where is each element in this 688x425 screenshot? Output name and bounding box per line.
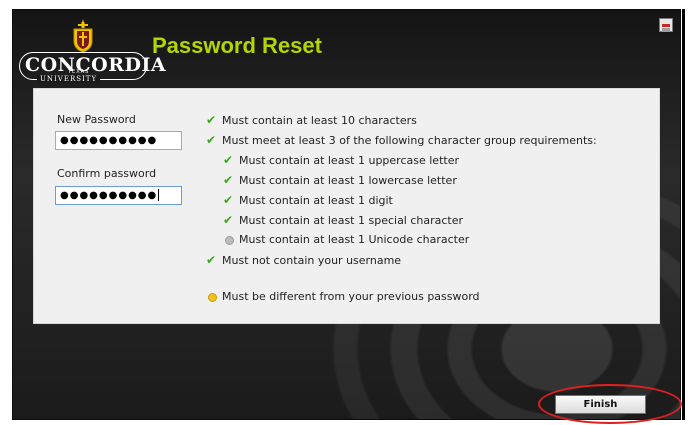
new-password-label: New Password xyxy=(57,113,136,126)
check-icon: ✔ xyxy=(206,133,217,147)
window-edge xyxy=(682,9,685,420)
text-caret xyxy=(158,189,160,201)
concordia-logo: CONCORDIA UNIVERSITY TEXAS xyxy=(19,15,166,83)
check-icon: ✔ xyxy=(223,193,234,207)
pending-dot-icon xyxy=(208,292,217,302)
page-title: Password Reset xyxy=(152,33,322,58)
check-icon: ✔ xyxy=(223,213,234,227)
confirm-password-label: Confirm password xyxy=(57,167,157,180)
requirement-item: ✔ Must not contain your username xyxy=(206,253,402,267)
highlight-ellipse xyxy=(538,384,682,424)
check-icon: ✔ xyxy=(206,113,217,127)
requirement-item: ✔ Must contain at least 10 characters xyxy=(206,113,417,127)
new-password-value: ●●●●●●●●●● xyxy=(60,135,158,146)
logo-state: TEXAS xyxy=(68,69,90,75)
requirement-item: ✔ Must contain at least 1 digit xyxy=(223,193,393,207)
crest-icon xyxy=(73,19,93,53)
password-reset-window: CONCORDIA UNIVERSITY TEXAS Password Rese… xyxy=(12,9,681,420)
help-icon[interactable] xyxy=(659,18,673,32)
help-glyph-icon xyxy=(662,24,670,32)
password-panel: New Password ●●●●●●●●●● Confirm password… xyxy=(33,88,660,324)
confirm-password-value: ●●●●●●●●●● xyxy=(60,190,158,201)
requirement-item: ✔ Must contain at least 1 lowercase lette… xyxy=(223,173,457,187)
confirm-password-field[interactable]: ●●●●●●●●●● xyxy=(55,186,182,205)
requirement-item: Must be different from your previous pas… xyxy=(206,290,480,303)
new-password-field[interactable]: ●●●●●●●●●● xyxy=(55,131,182,150)
requirement-item: Must contain at least 1 Unicode characte… xyxy=(223,233,469,246)
logo-wordmark: CONCORDIA UNIVERSITY xyxy=(19,52,166,83)
unmet-dot-icon xyxy=(225,235,234,245)
check-icon: ✔ xyxy=(223,153,234,167)
requirement-item: ✔ Must contain at least 1 special charact… xyxy=(223,213,464,227)
requirement-item: ✔ Must contain at least 1 uppercase lette… xyxy=(223,153,459,167)
requirement-item: ✔ Must meet at least 3 of the following c… xyxy=(206,133,597,147)
logo-subtext: UNIVERSITY xyxy=(37,75,101,83)
check-icon: ✔ xyxy=(223,173,234,187)
logo-text: CONCORDIA xyxy=(25,54,167,76)
check-icon: ✔ xyxy=(206,253,217,267)
